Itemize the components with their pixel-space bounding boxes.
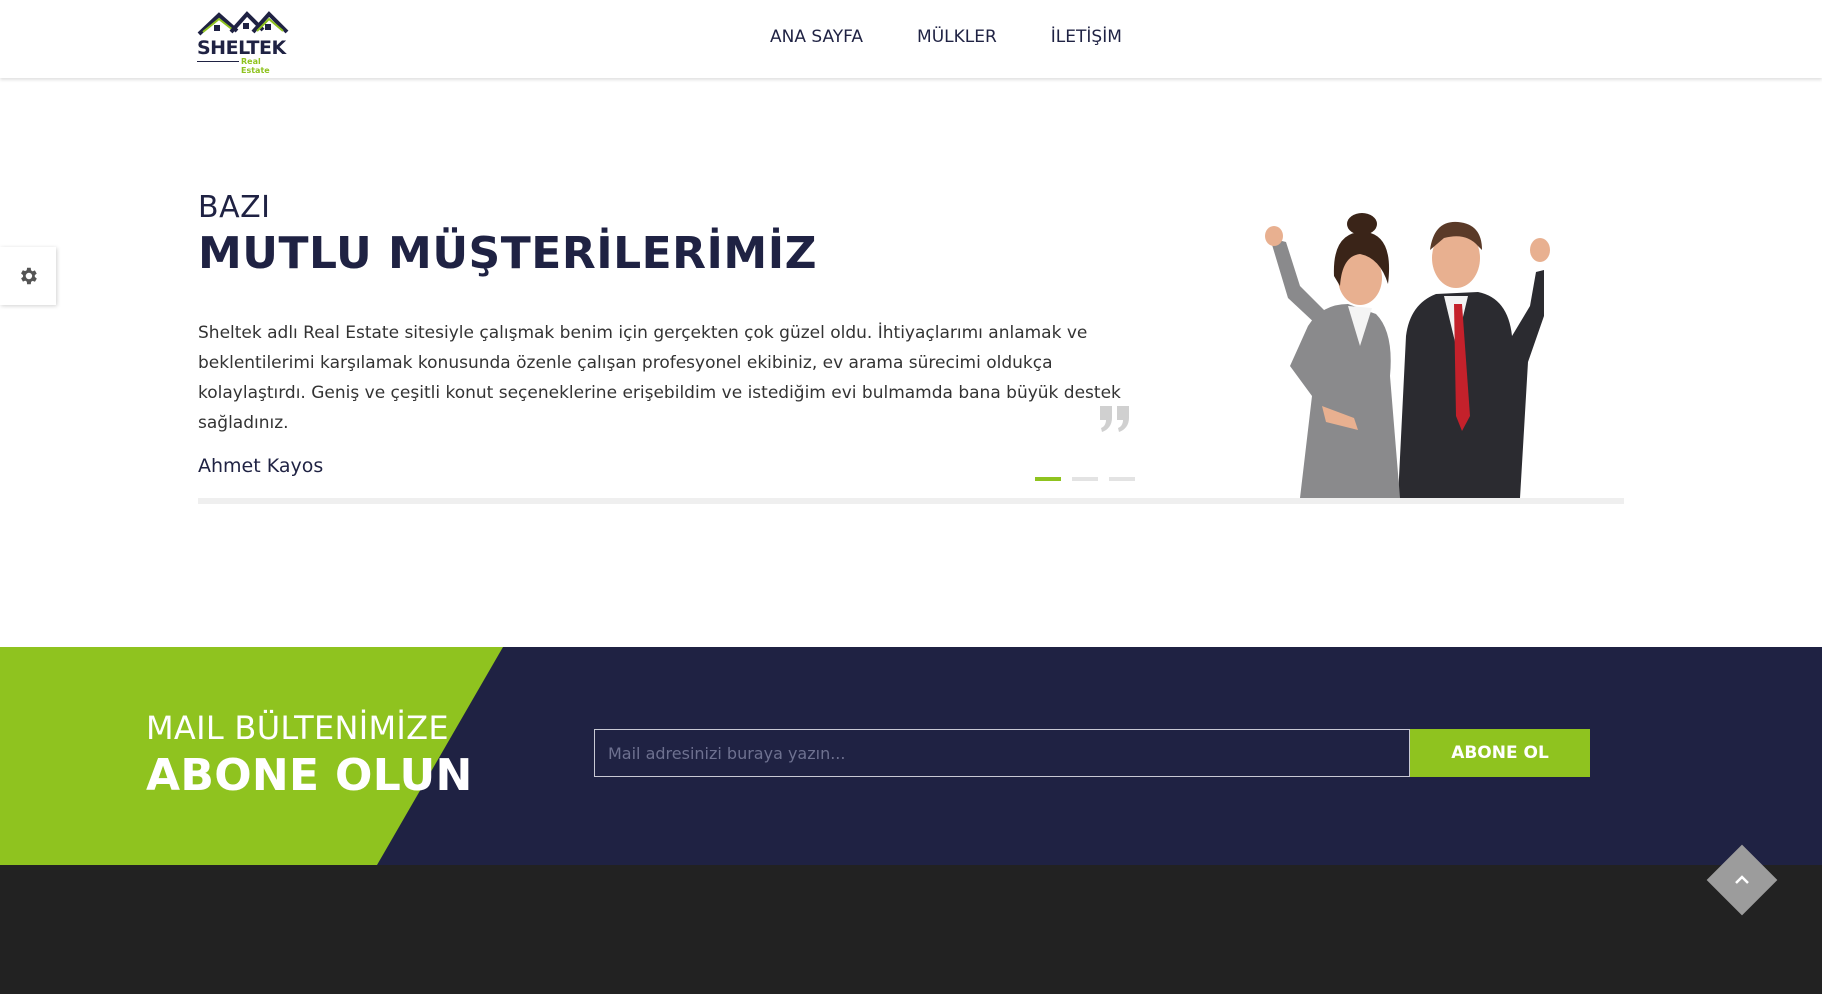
newsletter-title-line2: ABONE OLUN	[146, 750, 473, 801]
carousel-dots	[1035, 477, 1135, 481]
quote-icon	[1100, 406, 1129, 432]
carousel-dot[interactable]	[1109, 477, 1135, 481]
nav-item-contact[interactable]: İLETİŞİM	[1051, 27, 1122, 47]
quote-line: kolaylaştırdı. Geniş ve çeşitli konut se…	[198, 383, 1121, 403]
testimonial-quote: Sheltek adlı Real Estate sitesiyle çalış…	[198, 318, 1133, 438]
email-field[interactable]	[594, 729, 1410, 777]
logo-tagline: Real Estate	[241, 57, 270, 75]
main-nav: ANA SAYFA MÜLKLER İLETİŞİM	[770, 27, 1176, 47]
chevron-up-icon	[1735, 875, 1749, 884]
logo-wordmark: SHELTEK	[197, 37, 286, 59]
section-heading: MUTLU MÜŞTERİLERİMİZ	[198, 228, 817, 279]
quote-line: beklentilerimi karşılamak konusunda özen…	[198, 353, 1053, 373]
carousel-dot[interactable]	[1035, 477, 1061, 481]
nav-item-home[interactable]: ANA SAYFA	[770, 27, 863, 47]
section-divider	[198, 498, 1624, 504]
logo[interactable]: SHELTEK Real Estate	[197, 10, 289, 75]
gear-icon	[21, 267, 37, 285]
nav-item-properties[interactable]: MÜLKLER	[917, 27, 997, 47]
newsletter-section: MAIL BÜLTENİMİZE ABONE OLUN ABONE OL	[0, 647, 1822, 865]
happy-clients-photo	[1265, 213, 1550, 498]
newsletter-title-line1: MAIL BÜLTENİMİZE	[146, 709, 449, 747]
site-footer	[0, 865, 1822, 994]
carousel-dot[interactable]	[1072, 477, 1098, 481]
quote-line: Sheltek adlı Real Estate sitesiyle çalış…	[198, 323, 1088, 343]
logo-roofs-icon	[197, 11, 289, 36]
quote-line: sağladınız.	[198, 413, 289, 433]
section-kicker: BAZI	[198, 190, 271, 225]
settings-toggle[interactable]	[0, 247, 56, 305]
logo-underline	[197, 61, 239, 62]
site-header: SHELTEK Real Estate ANA SAYFA MÜLKLER İL…	[0, 0, 1822, 78]
subscribe-button[interactable]: ABONE OL	[1410, 729, 1590, 777]
testimonial-author: Ahmet Kayos	[198, 455, 324, 477]
